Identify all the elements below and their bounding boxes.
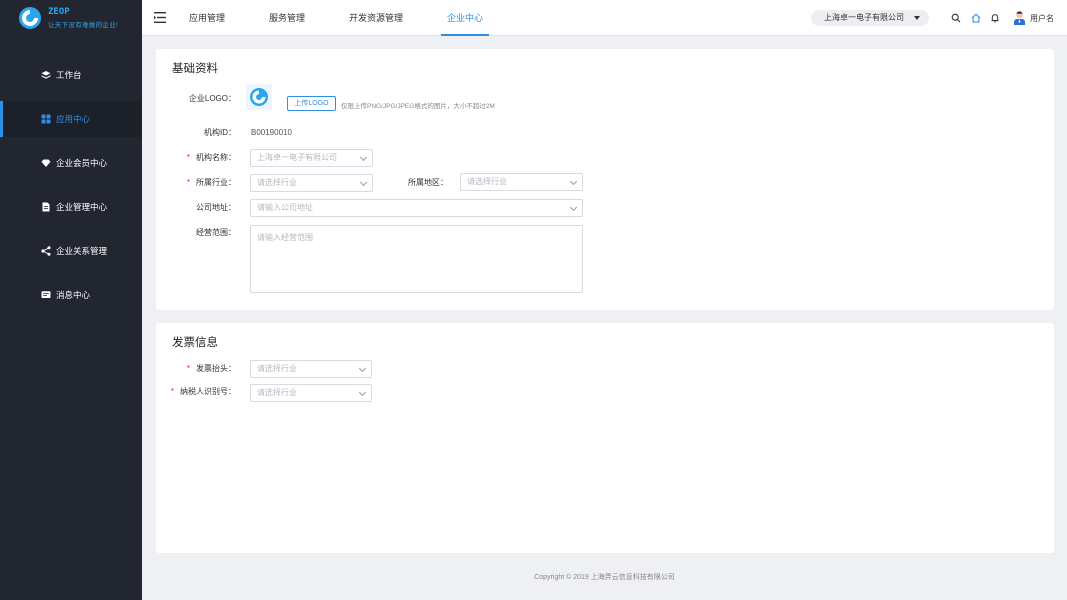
address-placeholder: 请输入公司地址 xyxy=(257,203,313,212)
chevron-down-icon xyxy=(358,364,367,373)
org-name-label-text: 机构名称： xyxy=(196,153,236,162)
document-icon xyxy=(42,202,50,212)
chevron-down-icon xyxy=(569,203,578,212)
footer-copyright: Copyright © 2019 上海弄云信息科技有限公司 xyxy=(534,574,675,581)
sidebar-item-label: 工作台 xyxy=(56,70,82,80)
company-select[interactable]: 上海卓一电子有限公司 xyxy=(811,10,929,26)
scope-label: 经营范围： xyxy=(196,228,236,237)
sidebar: ZEOP 让天下没有难做的企业! 工作台 应用中心 企业会员中心 企业管理中心 … xyxy=(0,0,142,600)
taxid-label: * 纳税人识别号： xyxy=(171,386,236,397)
basic-info-card: 基础资料 企业LOGO： 上传LOGO 仅限上传PNG/JPG/JPEG格式的图… xyxy=(156,49,1054,310)
industry-placeholder: 请选择行业 xyxy=(257,178,297,187)
grid-icon xyxy=(41,114,51,124)
sidebar-item-label: 企业管理中心 xyxy=(56,202,108,212)
industry-label-text: 所属行业： xyxy=(196,178,236,187)
bell-icon[interactable] xyxy=(990,13,1000,23)
layers-icon xyxy=(41,71,51,79)
invoice-info-title: 发票信息 xyxy=(172,337,218,349)
business-scope-textarea[interactable]: 请输入经营范围 xyxy=(250,225,583,293)
address-label: 公司地址： xyxy=(196,203,236,212)
basic-info-title: 基础资料 xyxy=(172,63,218,75)
tab-app-management[interactable]: 应用管理 xyxy=(189,0,225,36)
org-id-label: 机构ID： xyxy=(204,128,236,137)
logo-label: 企业LOGO： xyxy=(188,94,236,103)
zeop-logo-icon xyxy=(19,7,41,29)
share-icon xyxy=(41,246,51,256)
org-name-value: 上海卓一电子有限公司 xyxy=(257,153,337,162)
invoice-header-placeholder: 请选择行业 xyxy=(257,364,297,373)
org-name-select[interactable]: 上海卓一电子有限公司 xyxy=(250,149,373,167)
company-select-value: 上海卓一电子有限公司 xyxy=(824,13,904,22)
brand-logo[interactable]: ZEOP 让天下没有难做的企业! xyxy=(18,6,138,30)
industry-select[interactable]: 请选择行业 xyxy=(250,174,373,192)
sidebar-item-workbench[interactable]: 工作台 xyxy=(0,57,142,93)
required-mark: * xyxy=(186,178,190,187)
sidebar-item-relations[interactable]: 企业关系管理 xyxy=(0,233,142,269)
upload-hint: 仅限上传PNG/JPG/JPEG格式的图片，大小不超过2M xyxy=(341,103,495,110)
chevron-down-icon xyxy=(359,178,368,187)
user-menu[interactable]: 用户名 xyxy=(1013,10,1054,26)
scope-placeholder: 请输入经营范围 xyxy=(257,233,313,242)
caret-down-icon xyxy=(914,16,920,20)
top-header: 应用管理 服务管理 开发资源管理 企业中心 上海卓一电子有限公司 用户名 xyxy=(142,0,1067,36)
region-placeholder: 请选择行业 xyxy=(467,177,507,186)
diamond-icon xyxy=(41,159,51,167)
company-logo[interactable] xyxy=(246,84,272,110)
taxid-select[interactable]: 请选择行业 xyxy=(250,384,372,402)
taxid-label-text: 纳税人识别号： xyxy=(180,387,236,396)
sidebar-item-messages[interactable]: 消息中心 xyxy=(0,277,142,313)
tab-enterprise-center[interactable]: 企业中心 xyxy=(441,0,490,36)
invoice-header-select[interactable]: 请选择行业 xyxy=(250,360,372,378)
tab-dev-resources[interactable]: 开发资源管理 xyxy=(349,0,403,36)
taxid-placeholder: 请选择行业 xyxy=(257,388,297,397)
top-nav: 应用管理 服务管理 开发资源管理 企业中心 xyxy=(182,0,490,36)
menu-toggle-icon[interactable] xyxy=(154,12,166,23)
required-mark: * xyxy=(186,364,190,373)
search-icon[interactable] xyxy=(951,13,961,23)
logo-title: ZEOP xyxy=(48,7,70,17)
chevron-down-icon xyxy=(358,388,367,397)
invoice-header-label-text: 发票抬头： xyxy=(196,364,236,373)
sidebar-item-label: 应用中心 xyxy=(56,114,91,124)
required-mark: * xyxy=(186,153,190,162)
chevron-down-icon xyxy=(569,177,578,186)
industry-label: * 所属行业： xyxy=(187,177,236,188)
sidebar-item-label: 消息中心 xyxy=(56,290,91,300)
message-icon xyxy=(41,291,51,298)
invoice-header-label: * 发票抬头： xyxy=(187,363,236,374)
sidebar-item-label: 企业会员中心 xyxy=(56,158,108,168)
home-icon[interactable] xyxy=(971,13,981,23)
address-select[interactable]: 请输入公司地址 xyxy=(250,199,583,217)
avatar xyxy=(1014,11,1025,25)
tab-service-management[interactable]: 服务管理 xyxy=(269,0,305,36)
username: 用户名 xyxy=(1030,13,1054,23)
org-id-value: B00190010 xyxy=(251,128,292,137)
logo-slogan: 让天下没有难做的企业! xyxy=(48,22,119,29)
sidebar-item-management-center[interactable]: 企业管理中心 xyxy=(0,189,142,225)
upload-logo-button[interactable]: 上传LOGO xyxy=(287,96,336,111)
chevron-down-icon xyxy=(359,153,368,162)
invoice-info-card: 发票信息 * 发票抬头： 请选择行业 * 纳税人识别号： 请选择行业 xyxy=(156,323,1054,553)
sidebar-item-member-center[interactable]: 企业会员中心 xyxy=(0,145,142,181)
org-name-label: * 机构名称： xyxy=(187,152,236,163)
sidebar-item-app-center[interactable]: 应用中心 xyxy=(0,101,142,137)
region-select[interactable]: 请选择行业 xyxy=(460,173,583,191)
required-mark: * xyxy=(170,387,174,396)
region-label: 所属地区： xyxy=(408,178,448,187)
company-logo-icon xyxy=(250,88,268,106)
sidebar-item-label: 企业关系管理 xyxy=(56,246,108,256)
